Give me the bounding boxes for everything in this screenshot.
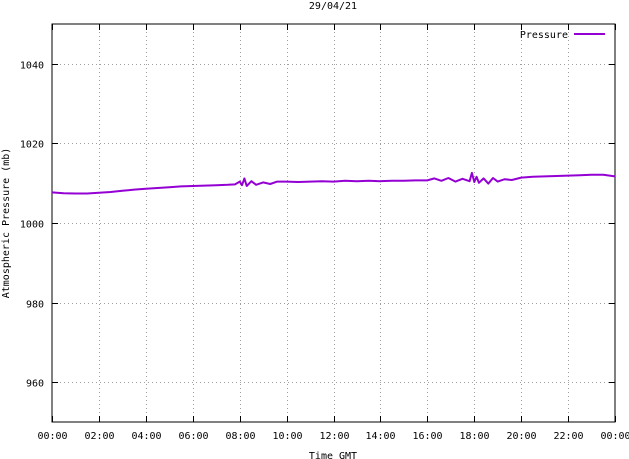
legend: Pressure — [520, 30, 605, 41]
y-tick-label: 980 — [26, 300, 44, 311]
chart-title: 29/04/21 — [309, 1, 357, 12]
x-tick-label: 00:00 — [37, 431, 67, 442]
x-tick-label: 02:00 — [84, 431, 114, 442]
x-tick-label: 04:00 — [131, 431, 161, 442]
x-tick-label: 08:00 — [225, 431, 255, 442]
x-tick-label: 14:00 — [365, 431, 395, 442]
x-axis-tick-labels: 00:00 02:00 04:00 06:00 08:00 10:00 12:00 14:00… — [37, 431, 629, 442]
x-tick-label: 10:00 — [272, 431, 302, 442]
x-tick-label: 12:00 — [319, 431, 349, 442]
x-tick-label: 00:00 — [600, 431, 629, 442]
y-tick-label: 960 — [26, 379, 44, 390]
legend-label-pressure: Pressure — [520, 30, 568, 41]
pressure-chart: 960980100010201040 00:00 02:00 04:00 06:00 0… — [1, 1, 629, 459]
grid-lines — [52, 24, 615, 422]
x-tick-label: 20:00 — [506, 431, 536, 442]
data-series — [51, 171, 616, 195]
y-tick-label: 1040 — [20, 61, 44, 72]
x-axis-label: Time GMT — [309, 451, 357, 459]
y-tick-label: 1020 — [20, 140, 44, 151]
series-line-pressure — [51, 171, 616, 195]
x-tick-label: 06:00 — [178, 431, 208, 442]
x-tick-label: 18:00 — [459, 431, 489, 442]
y-axis-tick-labels: 960 980 1000 1020 1040 — [20, 61, 44, 390]
y-axis-label: Atmospheric Pressure (mb) — [1, 148, 12, 299]
y-tick-label: 1000 — [20, 220, 44, 231]
x-tick-label: 16:00 — [412, 431, 442, 442]
x-tick-label: 22:00 — [553, 431, 583, 442]
